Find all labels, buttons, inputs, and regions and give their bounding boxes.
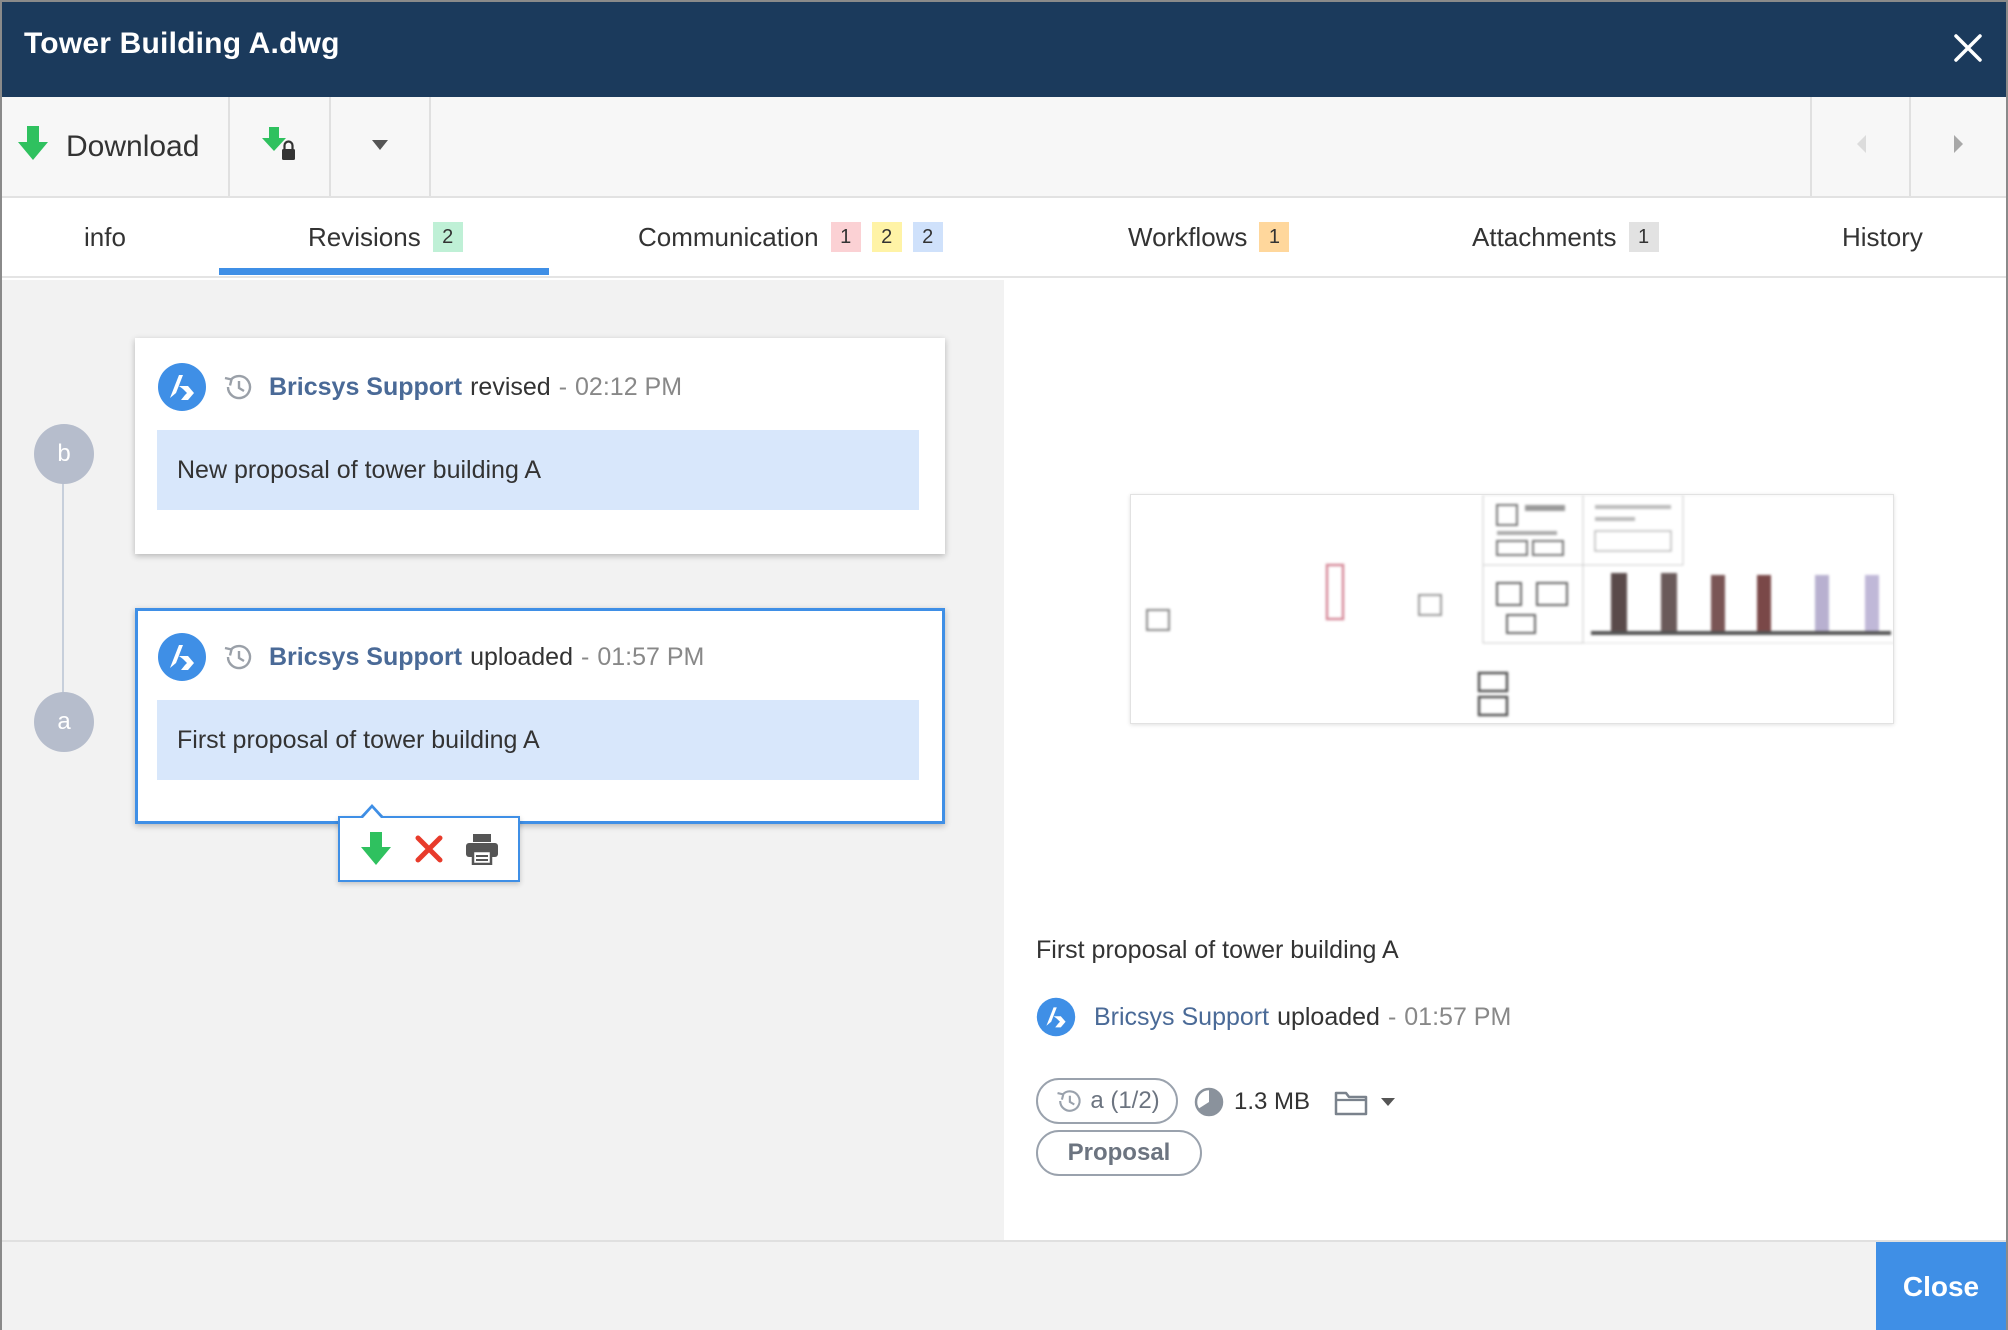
dialog-footer: Close: [2, 1240, 2006, 1330]
close-icon[interactable]: [1948, 28, 1988, 68]
author-link[interactable]: Bricsys Support: [269, 373, 462, 402]
delete-revision-button[interactable]: [409, 829, 449, 869]
tab-revisions[interactable]: Revisions 2: [308, 198, 463, 276]
active-tab-indicator: [219, 268, 549, 275]
revision-card-b[interactable]: Bricsys Support revised - 02:12 PM New p…: [135, 338, 945, 554]
folder-icon: [1334, 1091, 1368, 1116]
revision-actions-popup: [338, 816, 520, 882]
count-badge: 1: [830, 222, 861, 252]
download-button[interactable]: Download: [2, 97, 230, 196]
separator: -: [558, 372, 568, 401]
count-badge: 1: [1628, 222, 1659, 252]
history-icon: [224, 644, 252, 670]
caret-down-icon: [1381, 1098, 1395, 1106]
previous-document-button[interactable]: [1810, 97, 1911, 196]
download-locked-button[interactable]: [230, 97, 331, 196]
chevron-left-icon: [1855, 134, 1867, 159]
download-revision-button[interactable]: [356, 829, 396, 869]
tab-communication[interactable]: Communication 1 2 2: [638, 198, 943, 276]
author-link[interactable]: Bricsys Support: [269, 643, 462, 672]
bricsys-logo-icon: [1036, 997, 1076, 1037]
revision-description: First proposal of tower building A: [1036, 936, 1399, 964]
revision-action: revised: [470, 372, 551, 401]
revision-time: 02:12 PM: [575, 372, 683, 401]
download-label: Download: [66, 129, 200, 163]
tab-info[interactable]: info: [84, 198, 126, 276]
revision-details: First proposal of tower building A Brics…: [1004, 280, 2006, 1240]
history-icon: [224, 374, 252, 400]
revision-selector-label: a (1/2): [1090, 1087, 1160, 1114]
download-arrow-icon: [18, 126, 48, 167]
drawing-preview-image: [1146, 495, 1893, 717]
tab-history[interactable]: History: [1842, 198, 1923, 276]
history-icon: [1057, 1090, 1081, 1112]
revision-card-a[interactable]: Bricsys Support uploaded - 01:57 PM Firs…: [135, 608, 945, 824]
tab-label: Revisions: [308, 221, 421, 252]
revision-message: New proposal of tower building A: [157, 430, 919, 510]
close-button[interactable]: Close: [1876, 1242, 2006, 1330]
dialog-title: Tower Building A.dwg: [24, 27, 340, 60]
document-dialog: Tower Building A.dwg Download info Revis…: [0, 0, 2008, 1330]
revision-node-b[interactable]: b: [34, 424, 94, 484]
count-badge: 2: [871, 222, 902, 252]
print-revision-button[interactable]: [462, 829, 502, 869]
tab-workflows[interactable]: Workflows 1: [1128, 198, 1290, 276]
more-options-button[interactable]: [331, 97, 431, 196]
revision-header: Bricsys Support revised - 02:12 PM: [157, 362, 682, 412]
caret-down-icon: [371, 138, 389, 156]
tab-label: Workflows: [1128, 221, 1248, 252]
file-size: 1.3 MB: [1194, 1082, 1310, 1122]
revision-time: 01:57 PM: [1404, 1002, 1512, 1031]
author-link[interactable]: Bricsys Support: [1094, 1003, 1269, 1032]
tab-label: Attachments: [1472, 221, 1617, 252]
revision-action: uploaded: [1277, 1002, 1380, 1031]
title-bar: Tower Building A.dwg: [2, 2, 2006, 97]
separator: -: [1387, 1002, 1397, 1031]
count-badge: 1: [1259, 222, 1290, 252]
download-lock-icon: [261, 126, 298, 167]
bricsys-logo-icon: [158, 363, 206, 411]
print-icon: [465, 834, 498, 865]
separator: -: [581, 642, 590, 671]
download-icon: [361, 832, 392, 865]
folder-menu-button[interactable]: [1334, 1082, 1396, 1122]
count-badge: 2: [912, 222, 943, 252]
popup-arrow-inner: [363, 808, 381, 818]
tab-label: Communication: [638, 221, 819, 252]
revision-selector[interactable]: a (1/2): [1036, 1078, 1178, 1124]
toolbar: Download: [2, 97, 2006, 198]
revision-timeline: b a Bricsys Support revised - 02:12 PM N…: [2, 280, 1004, 1240]
drawing-thumbnail[interactable]: [1130, 494, 1894, 724]
revision-time: 01:57 PM: [597, 642, 705, 671]
revision-node-a[interactable]: a: [34, 692, 94, 752]
count-badge: 2: [432, 222, 463, 252]
revision-message: First proposal of tower building A: [157, 700, 919, 780]
tab-label: info: [84, 221, 126, 252]
revision-action: uploaded: [470, 642, 573, 671]
tab-bar: info Revisions 2 Communication 1 2 2 Wor…: [2, 198, 2006, 278]
tab-label: History: [1842, 221, 1923, 252]
tag-proposal[interactable]: Proposal: [1036, 1130, 1202, 1176]
tab-attachments[interactable]: Attachments 1: [1472, 198, 1659, 276]
revision-meta: Bricsys Support uploaded - 01:57 PM: [1036, 992, 1511, 1042]
revision-header: Bricsys Support uploaded - 01:57 PM: [157, 632, 704, 682]
bricsys-logo-icon: [158, 633, 206, 681]
next-document-button[interactable]: [1911, 97, 2006, 196]
delete-icon: [415, 835, 443, 863]
file-size-value: 1.3 MB: [1234, 1088, 1311, 1115]
chevron-right-icon: [1953, 134, 1965, 159]
pie-chart-icon: [1194, 1087, 1224, 1117]
